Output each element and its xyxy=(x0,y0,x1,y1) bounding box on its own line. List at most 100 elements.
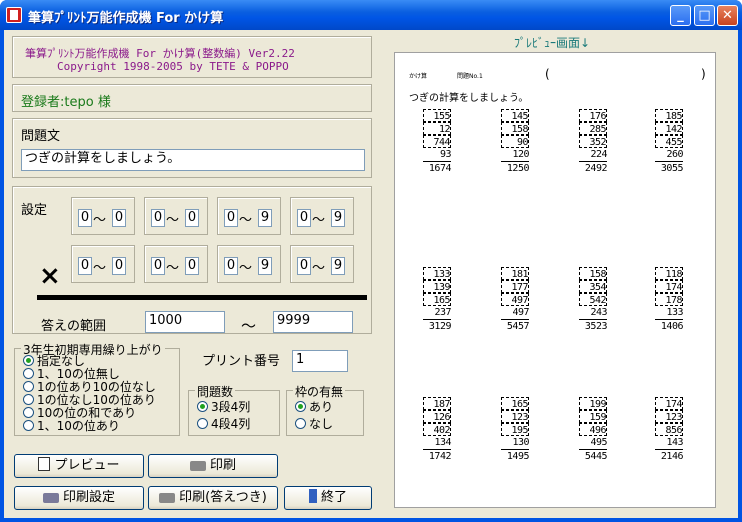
preview-number: 181 xyxy=(501,267,529,280)
print-number-input[interactable]: 1 xyxy=(292,350,348,372)
copyright-line: Copyright 1998-2005 by TETE & POPPO xyxy=(57,60,289,73)
preview-problem: 187 126 402 134 1742 xyxy=(423,397,452,462)
range-top-2-min[interactable]: 0 xyxy=(151,209,165,227)
printer-settings-icon xyxy=(42,493,59,503)
range-tilde: ～ xyxy=(166,261,180,276)
preview-answer: 3523 xyxy=(579,319,608,332)
preview-number: 497 xyxy=(512,307,529,318)
exit-button[interactable]: 終了 xyxy=(284,486,372,510)
frame-group: 枠の有無 あり なし xyxy=(286,383,364,436)
range-top-1-min[interactable]: 0 xyxy=(78,209,92,227)
preview-problem: 155 12 744 93 1674 xyxy=(423,109,452,174)
times-sign: × xyxy=(39,261,61,291)
preview-problem: 185 142 455 260 3055 xyxy=(655,109,684,174)
range-bottom-3-min[interactable]: 0 xyxy=(224,257,238,275)
frame-group-title: 枠の有無 xyxy=(293,383,346,400)
preview-number: 134 xyxy=(434,437,451,448)
preview-number: 354 xyxy=(579,280,607,293)
range-tilde: ～ xyxy=(93,213,107,228)
preview-problem: 118 174 178 133 1406 xyxy=(655,267,684,332)
range-bottom-4-max[interactable]: 9 xyxy=(331,257,345,275)
range-tilde: ～ xyxy=(239,213,253,228)
range-bottom-2-max[interactable]: 0 xyxy=(185,257,199,275)
preview-number: 195 xyxy=(501,423,529,436)
window-title: 筆算ﾌﾟﾘﾝﾄ万能作成機 For かけ算 xyxy=(28,11,224,26)
frame-option[interactable]: あり xyxy=(295,401,333,414)
preview-problem-number: 問題No.1 xyxy=(457,73,483,80)
preview-number: 142 xyxy=(655,122,683,135)
range-bottom-2-min[interactable]: 0 xyxy=(151,257,165,275)
preview-problem: 165 123 195 130 1495 xyxy=(501,397,530,462)
range-bottom-3-max[interactable]: 9 xyxy=(258,257,272,275)
preview-answer: 3055 xyxy=(655,161,684,174)
preview-number: 856 xyxy=(655,423,683,436)
preview-answer: 1742 xyxy=(423,449,452,462)
title-bar[interactable]: 筆算ﾌﾟﾘﾝﾄ万能作成機 For かけ算 _ □ ✕ xyxy=(0,0,742,30)
preview-problem: 176 285 352 224 2492 xyxy=(579,109,608,174)
app-window: 筆算ﾌﾟﾘﾝﾄ万能作成機 For かけ算 _ □ ✕ 筆算ﾌﾟﾘﾝﾄ万能作成機 … xyxy=(0,0,742,522)
range-bottom-2: 0 ～ 0 xyxy=(144,245,208,283)
answer-max-input[interactable]: 9999 xyxy=(273,311,353,333)
print-button[interactable]: 印刷 xyxy=(148,454,278,478)
preview-number: 542 xyxy=(579,293,607,306)
close-button[interactable]: ✕ xyxy=(717,5,738,26)
preview-answer: 2492 xyxy=(579,161,608,174)
problem-count-option[interactable]: 3段4列 xyxy=(197,401,250,414)
range-top-1: 0 ～ 0 xyxy=(71,197,135,235)
carry-option[interactable]: 1、10の位あり xyxy=(23,420,120,433)
radio-selected-icon xyxy=(295,401,306,412)
problem-count-option[interactable]: 4段4列 xyxy=(197,418,250,431)
preview-number: 185 xyxy=(655,109,683,122)
range-bottom-1-max[interactable]: 0 xyxy=(112,257,126,275)
preview-number: 174 xyxy=(655,280,683,293)
preview-number: 133 xyxy=(423,267,451,280)
preview-title: ﾌﾟﾚﾋﾞｭｰ画面↓ xyxy=(514,36,591,50)
minimize-button[interactable]: _ xyxy=(670,5,691,26)
preview-number: 352 xyxy=(579,135,607,148)
range-top-3-max[interactable]: 9 xyxy=(258,209,272,227)
divider-bar xyxy=(37,295,367,300)
range-bottom-1-min[interactable]: 0 xyxy=(78,257,92,275)
range-bottom-4-min[interactable]: 0 xyxy=(297,257,311,275)
range-top-4-max[interactable]: 9 xyxy=(331,209,345,227)
preview-icon xyxy=(38,457,51,471)
printer-icon xyxy=(159,493,176,503)
preview-number: 455 xyxy=(655,135,683,148)
client-area: 筆算ﾌﾟﾘﾝﾄ万能作成機 For かけ算(整数編) Ver2.22 Copyri… xyxy=(4,30,738,518)
print-settings-button[interactable]: 印刷設定 xyxy=(14,486,144,510)
range-tilde: ～ xyxy=(239,261,253,276)
frame-option[interactable]: なし xyxy=(295,418,333,431)
version-line: 筆算ﾌﾟﾘﾝﾄ万能作成機 For かけ算(整数編) Ver2.22 xyxy=(25,47,295,60)
preview-problem: 181 177 497 497 5457 xyxy=(501,267,530,332)
app-icon[interactable] xyxy=(6,7,22,23)
range-top-1-max[interactable]: 0 xyxy=(112,209,126,227)
preview-number: 12 xyxy=(423,122,451,135)
answer-min-input[interactable]: 1000 xyxy=(145,311,225,333)
preview-answer: 1406 xyxy=(655,319,684,332)
preview-number: 143 xyxy=(666,437,683,448)
radio-icon xyxy=(23,420,34,431)
preview-problem: 158 354 542 243 3523 xyxy=(579,267,608,332)
preview-problem: 174 123 856 143 2146 xyxy=(655,397,684,462)
range-top-3-min[interactable]: 0 xyxy=(224,209,238,227)
question-input[interactable]: つぎの計算をしましょう。 xyxy=(21,149,365,171)
range-top-4-min[interactable]: 0 xyxy=(297,209,311,227)
preview-pane: かけ算 問題No.1 ( ) つぎの計算をしましょう。 155 12 744 93 16… xyxy=(394,52,716,508)
range-tilde: ～ xyxy=(312,261,326,276)
preview-button[interactable]: プレビュー xyxy=(14,454,144,478)
problem-count-title: 問題数 xyxy=(195,383,236,400)
maximize-button[interactable]: □ xyxy=(694,5,715,26)
radio-icon xyxy=(23,368,34,379)
preview-number: 165 xyxy=(423,293,451,306)
range-top-2: 0 ～ 0 xyxy=(144,197,208,235)
range-top-2-max[interactable]: 0 xyxy=(185,209,199,227)
print-with-answers-button[interactable]: 印刷(答えつき) xyxy=(148,486,278,510)
preview-name-paren-left: ( xyxy=(545,67,550,81)
preview-number: 139 xyxy=(423,280,451,293)
preview-number: 120 xyxy=(512,149,529,160)
preview-problem: 133 139 165 237 3129 xyxy=(423,267,452,332)
answer-range-label: 答えの範囲 xyxy=(41,319,107,334)
preview-number: 118 xyxy=(655,267,683,280)
radio-icon xyxy=(23,381,34,392)
preview-subject: かけ算 xyxy=(409,73,428,80)
